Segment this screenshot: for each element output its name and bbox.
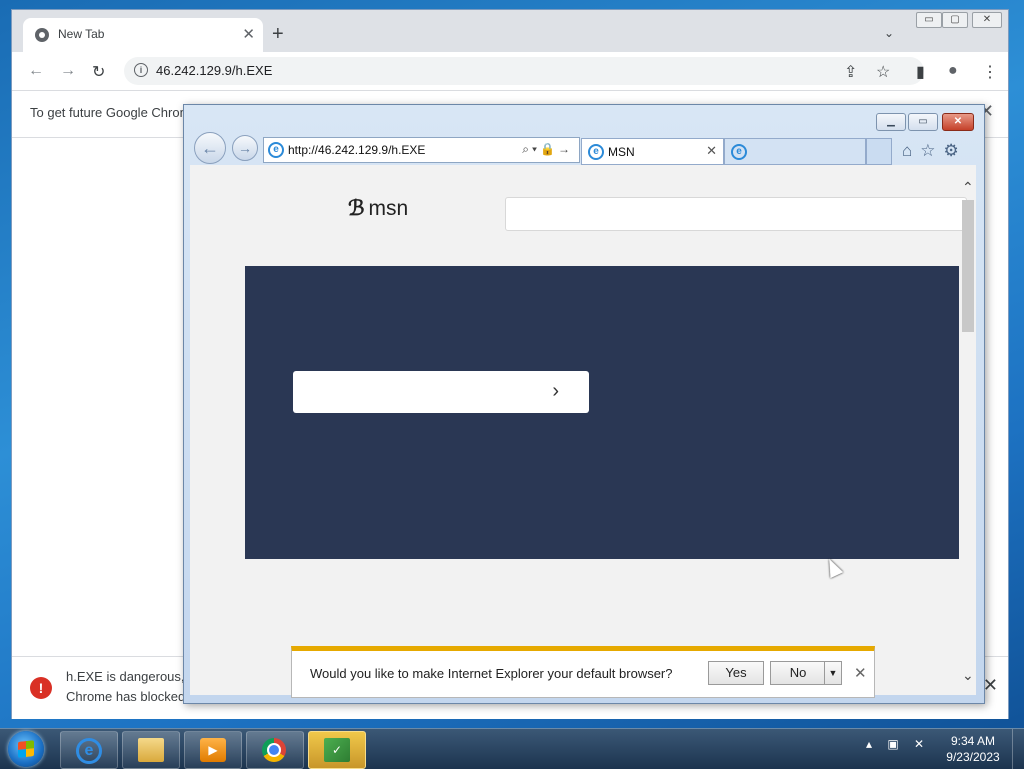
system-tray-icons[interactable]: ▴ ▣ ✕ <box>866 737 930 751</box>
clock[interactable]: 9:34 AM 9/23/2023 <box>940 733 1006 765</box>
notification-question: Would you like to make Internet Explorer… <box>310 666 673 681</box>
taskbar: e ▶ ✓ ▴ ▣ ✕ 9:34 AM 9/23/2023 <box>0 728 1024 769</box>
app-checklist-icon: ✓ <box>324 738 350 762</box>
ie-logo-icon: e <box>268 142 284 158</box>
hero-banner: › <box>245 266 959 559</box>
ie-close-button[interactable]: ✕ <box>942 113 974 131</box>
yes-button[interactable]: Yes <box>708 661 764 685</box>
ie-maximize-button[interactable]: ▭ <box>908 113 938 131</box>
forward-arrow-icon[interactable]: → <box>60 62 76 80</box>
folder-icon <box>138 738 164 762</box>
ie-scrollbar[interactable]: ⌃ ⌄ <box>960 179 976 695</box>
default-browser-notification: Would you like to make Internet Explorer… <box>291 646 875 698</box>
tab-close-icon[interactable]: ✕ <box>242 25 255 43</box>
maximize-button[interactable]: ▢ <box>942 12 968 28</box>
no-dropdown-icon[interactable]: ▼ <box>824 661 842 685</box>
scroll-thumb[interactable] <box>962 200 974 332</box>
start-button[interactable] <box>8 731 44 767</box>
ie-window: ▁ ▭ ✕ ← → e http://46.242.129.9/h.EXE ⌕▾… <box>183 104 985 704</box>
address-tools-icons[interactable]: ⌕▾🔒→ <box>522 142 573 157</box>
ie-tab-msn[interactable]: e MSN ✕ <box>581 138 724 165</box>
chevron-right-icon[interactable]: › <box>552 380 559 403</box>
ie-tab-title: MSN <box>608 145 635 159</box>
chrome-tab-new-tab[interactable]: New Tab ✕ <box>23 18 263 52</box>
chrome-toolbar: ← → ↻ i 46.242.129.9/h.EXE ⇪ ☆ ▮ ● ⋮ <box>12 52 1008 91</box>
taskbar-file-explorer[interactable] <box>122 731 180 769</box>
no-button[interactable]: No <box>770 661 826 685</box>
address-bar[interactable]: i 46.242.129.9/h.EXE <box>124 57 924 85</box>
home-favorites-tools-icons[interactable]: ⌂☆⚙ <box>902 141 967 161</box>
msn-search-input[interactable] <box>505 197 967 231</box>
profile-icon[interactable]: ● <box>948 62 958 80</box>
hero-input-field[interactable]: › <box>293 371 589 413</box>
address-text[interactable]: 46.242.129.9/h.EXE <box>156 63 272 78</box>
share-icon[interactable]: ⇪ <box>844 62 857 82</box>
chrome-tab-title: New Tab <box>58 27 105 41</box>
danger-icon: ! <box>30 677 52 699</box>
ie-forward-icon[interactable]: → <box>232 135 258 161</box>
msn-logo-text: msn <box>368 197 409 220</box>
msn-butterfly-icon: ℬ <box>348 195 365 220</box>
ie-address-text[interactable]: http://46.242.129.9/h.EXE <box>288 143 425 157</box>
clock-time: 9:34 AM <box>950 734 996 748</box>
ie-tab-close-icon[interactable]: ✕ <box>706 143 717 159</box>
chrome-tab-strip: New Tab ✕ + ⌄ ▭ ▢ ✕ <box>12 10 1008 52</box>
scroll-down-icon[interactable]: ⌄ <box>962 667 974 684</box>
scroll-up-icon[interactable]: ⌃ <box>962 179 974 196</box>
bookmark-star-icon[interactable]: ☆ <box>876 62 890 82</box>
ie-back-icon[interactable]: ← <box>194 132 226 164</box>
back-arrow-icon[interactable]: ← <box>28 62 44 80</box>
menu-dots-icon[interactable]: ⋮ <box>982 62 998 82</box>
notification-close-icon[interactable]: ✕ <box>854 664 867 682</box>
windows-logo-icon <box>18 740 34 758</box>
download-bar-close-icon[interactable]: ✕ <box>983 675 998 696</box>
ie-logo-icon: e <box>76 738 102 764</box>
chrome-logo-icon <box>35 28 49 42</box>
ie-address-bar[interactable]: e http://46.242.129.9/h.EXE ⌕▾🔒→ <box>263 137 580 163</box>
taskbar-chrome[interactable] <box>246 731 304 769</box>
new-tab-button[interactable]: + <box>272 24 284 44</box>
chrome-logo-icon <box>262 738 286 762</box>
tab-search-icon[interactable]: ⌄ <box>884 26 894 40</box>
taskbar-app[interactable]: ✓ <box>308 731 366 769</box>
minimize-button[interactable]: ▭ <box>916 12 942 28</box>
taskbar-internet-explorer[interactable]: e <box>60 731 118 769</box>
ie-tab-logo-icon: e <box>588 144 604 160</box>
close-window-button[interactable]: ✕ <box>972 12 1002 28</box>
ie-minimize-button[interactable]: ▁ <box>876 113 906 131</box>
msn-logo[interactable]: ℬmsn <box>348 195 408 221</box>
media-player-icon: ▶ <box>200 738 226 762</box>
ie-tab-blank[interactable]: e <box>724 138 866 165</box>
ie-tab-logo-icon: e <box>731 144 747 160</box>
site-info-icon[interactable]: i <box>134 63 148 77</box>
taskbar-media-player[interactable]: ▶ <box>184 731 242 769</box>
show-desktop-button[interactable] <box>1012 729 1024 769</box>
side-panel-icon[interactable]: ▮ <box>916 62 925 82</box>
clock-date: 9/23/2023 <box>946 750 1000 764</box>
ie-new-tab-button[interactable] <box>866 138 892 165</box>
reload-icon[interactable]: ↻ <box>92 62 105 82</box>
ie-page-content: ℬmsn › ⌃ ⌄ <box>190 165 976 695</box>
